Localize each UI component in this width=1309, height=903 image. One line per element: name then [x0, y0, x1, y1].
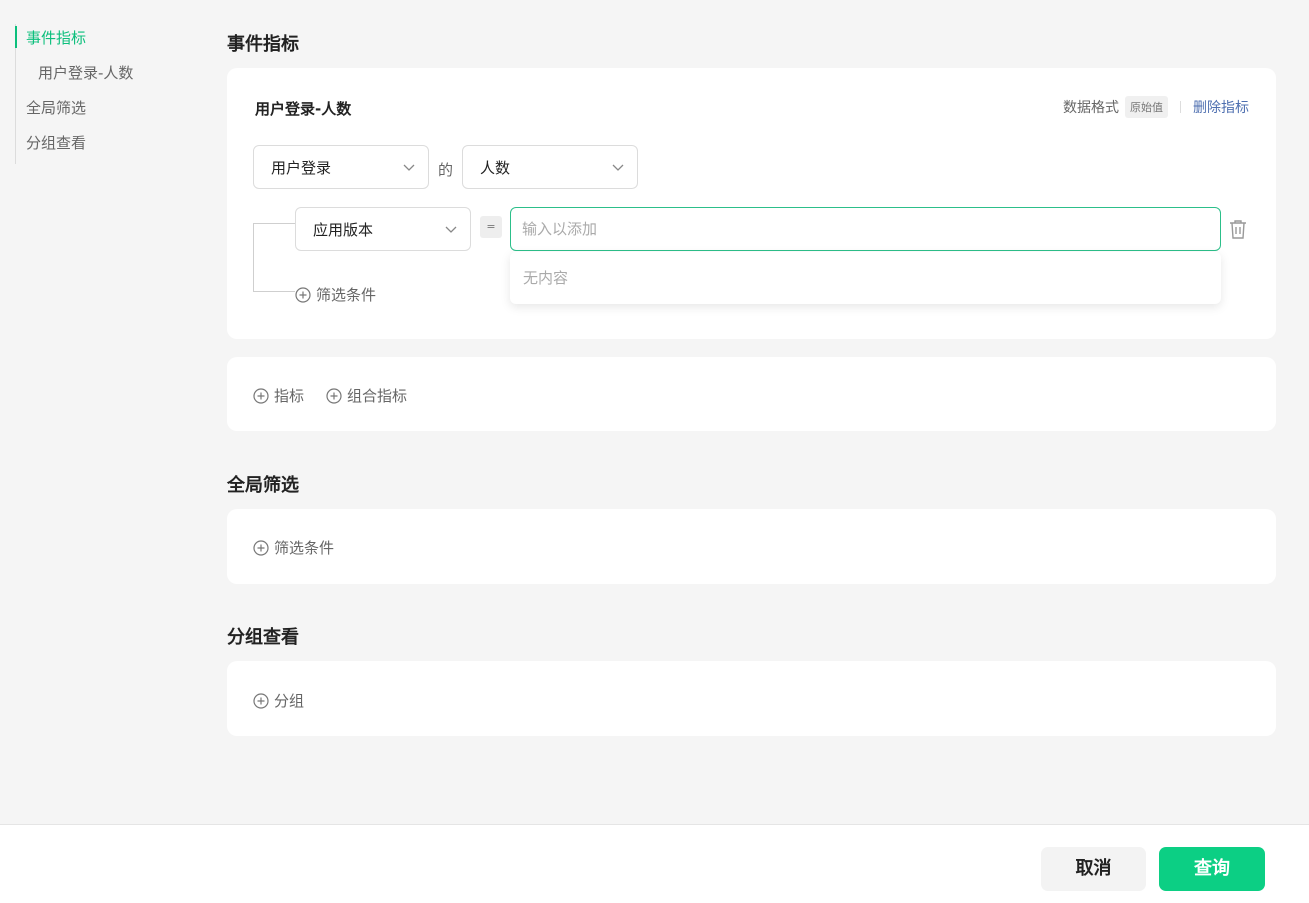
chevron-down-icon — [445, 226, 457, 233]
filter-property-value: 应用版本 — [313, 220, 374, 239]
nav-item-event-metrics[interactable]: 事件指标 — [15, 24, 195, 59]
chevron-down-icon — [403, 164, 415, 171]
filter-value-dropdown: 无内容 — [510, 252, 1221, 304]
dropdown-empty-text: 无内容 — [523, 269, 569, 287]
nav-item-user-login-count[interactable]: 用户登录-人数 — [16, 59, 195, 94]
add-global-filter-label: 筛选条件 — [274, 539, 335, 557]
plus-circle-icon — [326, 387, 342, 404]
nav-item-global-filter[interactable]: 全局筛选 — [16, 94, 195, 129]
event-select[interactable]: 用户登录 — [253, 145, 429, 189]
add-group-button[interactable]: 分组 — [253, 690, 304, 711]
event-select-value: 用户登录 — [271, 158, 332, 177]
add-filter-condition-label: 筛选条件 — [316, 286, 377, 304]
chevron-down-icon — [612, 164, 624, 171]
plus-circle-icon — [253, 387, 269, 404]
metric-name: 用户登录-人数 — [255, 100, 352, 118]
delete-metric-link[interactable]: 删除指标 — [1193, 97, 1249, 117]
global-filter-card: 筛选条件 — [227, 509, 1276, 584]
trash-icon[interactable] — [1229, 219, 1247, 239]
group-by-title: 分组查看 — [227, 627, 299, 648]
footer-bar: 取消 查询 — [0, 824, 1309, 903]
measure-select-value: 人数 — [480, 158, 511, 177]
add-metric-label: 指标 — [274, 387, 305, 405]
plus-circle-icon — [253, 692, 269, 709]
filter-operator[interactable]: = — [480, 216, 502, 238]
filter-value-input[interactable] — [510, 207, 1221, 251]
add-global-filter-button[interactable]: 筛选条件 — [253, 537, 334, 558]
global-filter-title: 全局筛选 — [227, 475, 299, 496]
query-button[interactable]: 查询 — [1159, 847, 1265, 891]
metric-card: 用户登录-人数 数据格式 原始值 删除指标 用户登录 的 人数 应用版本 = 输… — [227, 68, 1276, 339]
add-group-label: 分组 — [274, 692, 305, 710]
plus-circle-icon — [253, 539, 269, 556]
filter-bracket — [253, 223, 295, 292]
add-combo-metric-label: 组合指标 — [347, 387, 408, 405]
data-format-label: 数据格式 — [1063, 100, 1119, 116]
add-filter-condition-button[interactable]: 筛选条件 — [295, 284, 376, 305]
app-root: 事件指标 用户登录-人数 全局筛选 分组查看 事件指标 用户登录-人数 数据格式… — [0, 0, 1309, 903]
cancel-button[interactable]: 取消 — [1041, 847, 1146, 891]
measure-select[interactable]: 人数 — [462, 145, 638, 189]
add-metric-button[interactable]: 指标 — [253, 385, 304, 406]
add-metrics-card: 指标 组合指标 — [227, 357, 1276, 431]
add-combo-metric-button[interactable]: 组合指标 — [326, 385, 407, 406]
data-format-badge[interactable]: 原始值 — [1125, 96, 1168, 118]
divider — [1180, 101, 1181, 113]
of-text: 的 — [438, 161, 454, 179]
event-metrics-title: 事件指标 — [227, 34, 299, 55]
nav-item-group-by[interactable]: 分组查看 — [16, 129, 195, 164]
section-nav: 事件指标 用户登录-人数 全局筛选 分组查看 — [15, 24, 195, 164]
metric-header-actions: 数据格式 原始值 删除指标 — [1063, 96, 1249, 118]
group-by-card: 分组 — [227, 661, 1276, 736]
filter-property-select[interactable]: 应用版本 — [295, 207, 471, 251]
plus-circle-icon — [295, 286, 311, 303]
